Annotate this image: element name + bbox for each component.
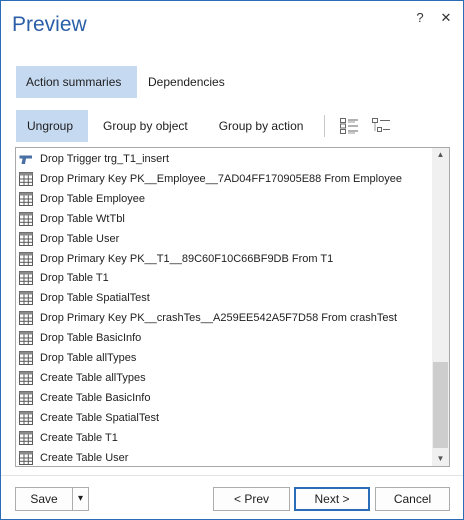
action-list[interactable]: Drop Trigger trg_T1_insert Drop Primary K… xyxy=(15,147,450,467)
table-icon xyxy=(19,171,33,186)
list-item[interactable]: Drop Table WtTbl xyxy=(16,209,430,229)
detail-view-icon[interactable] xyxy=(337,114,361,138)
save-dropdown-button[interactable]: ▾ xyxy=(72,487,89,511)
close-button[interactable]: ✕ xyxy=(437,9,455,27)
table-icon xyxy=(19,311,33,326)
list-item[interactable]: Drop Table BasicInfo xyxy=(16,328,430,348)
dialog-title: Preview xyxy=(12,13,87,36)
list-item-label: Drop Table allTypes xyxy=(40,352,137,364)
footer-divider xyxy=(1,475,463,476)
table-icon xyxy=(19,390,33,405)
list-item-label: Drop Table T1 xyxy=(40,272,109,285)
save-button[interactable]: Save xyxy=(15,487,73,511)
table-icon xyxy=(19,351,33,365)
list-item-label: Create Table SpatialTest xyxy=(40,411,160,424)
list-item[interactable]: Create Table SpatialTest xyxy=(16,408,430,428)
preview-dialog: Preview ? ✕ Action summaries Dependencie… xyxy=(0,0,464,520)
list-item-label: Drop Primary Key PK__T1__89C60F10C66BF9D… xyxy=(40,252,334,265)
group-by-object-button[interactable]: Group by object xyxy=(88,110,199,142)
list-item[interactable]: Drop Trigger trg_T1_insert xyxy=(16,149,430,169)
toolbar-separator xyxy=(324,115,326,137)
list-item-label: Drop Table Employee xyxy=(40,192,145,205)
ungroup-button[interactable]: Ungroup xyxy=(16,110,88,142)
list-item[interactable]: Drop Primary Key PK__Employee__7AD04FF17… xyxy=(16,169,430,189)
help-button[interactable]: ? xyxy=(411,9,429,27)
list-item-label: Drop Primary Key PK__crashTes__A259EE542… xyxy=(40,312,398,325)
table-icon xyxy=(19,410,33,425)
prev-button[interactable]: < Prev xyxy=(213,487,290,511)
group-toolbar: Ungroup Group by object Group by action xyxy=(16,110,397,142)
table-icon xyxy=(19,211,33,226)
trigger-icon xyxy=(19,152,33,166)
list-item[interactable]: Drop Table Employee xyxy=(16,189,430,209)
tab-action-summaries[interactable]: Action summaries xyxy=(16,66,137,98)
list-item-label: Create Table User xyxy=(40,451,129,464)
cancel-button[interactable]: Cancel xyxy=(375,487,450,511)
list-item-label: Drop Table User xyxy=(40,232,120,245)
scroll-down-icon[interactable]: ▼ xyxy=(432,452,449,466)
table-icon xyxy=(19,370,33,385)
vertical-scrollbar[interactable]: ▲ ▼ xyxy=(432,148,449,466)
list-item[interactable]: Drop Table T1 xyxy=(16,268,430,288)
list-item[interactable]: Drop Table User xyxy=(16,229,430,249)
tab-dependencies[interactable]: Dependencies xyxy=(137,66,235,98)
list-item[interactable]: Create Table BasicInfo xyxy=(16,388,430,408)
table-icon xyxy=(19,450,33,465)
list-item-label: Drop Trigger trg_T1_insert xyxy=(40,153,169,165)
list-item[interactable]: Drop Primary Key PK__T1__89C60F10C66BF9D… xyxy=(16,249,430,269)
tab-bar: Action summaries Dependencies xyxy=(16,66,235,98)
table-icon xyxy=(19,430,33,445)
scrollbar-thumb[interactable] xyxy=(433,362,448,448)
list-item-label: Drop Table WtTbl xyxy=(40,212,125,225)
table-icon xyxy=(19,231,33,246)
list-item-label: Drop Table SpatialTest xyxy=(40,292,150,305)
list-item[interactable]: Drop Primary Key PK__crashTes__A259EE542… xyxy=(16,308,430,328)
scroll-up-icon[interactable]: ▲ xyxy=(432,148,449,162)
list-item-label: Create Table T1 xyxy=(40,431,118,444)
list-item-label: Create Table BasicInfo xyxy=(40,391,151,404)
list-item-label: Drop Primary Key PK__Employee__7AD04FF17… xyxy=(40,172,402,185)
table-icon xyxy=(19,291,33,306)
group-by-action-button[interactable]: Group by action xyxy=(199,110,315,142)
list-item[interactable]: Create Table T1 xyxy=(16,428,430,448)
table-icon xyxy=(19,191,33,206)
list-item[interactable]: Create Table allTypes xyxy=(16,368,430,388)
list-item[interactable]: Create Table User xyxy=(16,448,430,467)
table-icon xyxy=(19,271,33,286)
list-item[interactable]: Drop Table SpatialTest xyxy=(16,288,430,308)
table-icon xyxy=(19,251,33,266)
list-item[interactable]: Drop Table allTypes xyxy=(16,348,430,368)
next-button[interactable]: Next > xyxy=(294,487,370,511)
list-item-label: Drop Table BasicInfo xyxy=(40,332,142,345)
tree-view-icon[interactable] xyxy=(369,114,393,138)
table-icon xyxy=(19,331,33,346)
list-item-label: Create Table allTypes xyxy=(40,371,146,384)
